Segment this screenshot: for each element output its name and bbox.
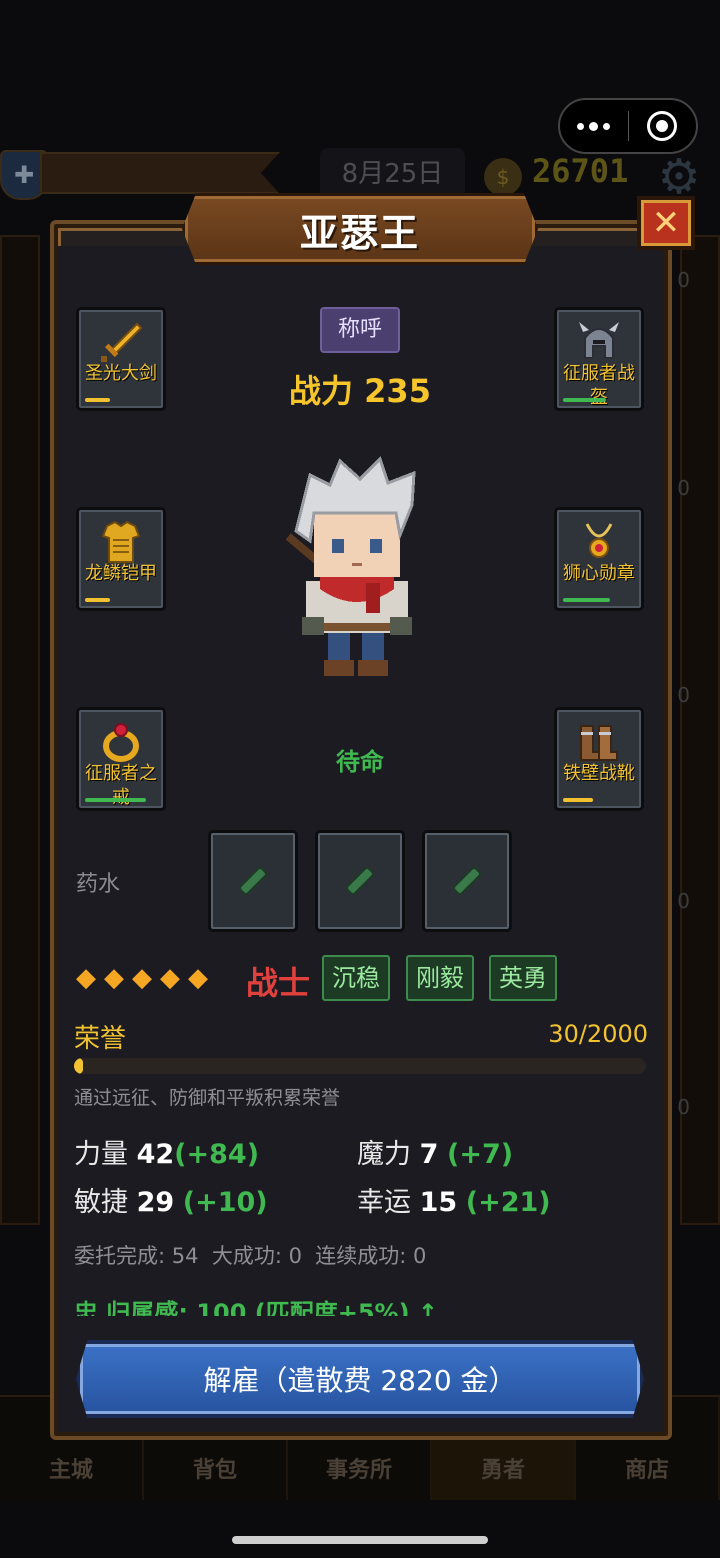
equip-name: 圣光大剑 xyxy=(85,363,157,384)
mini-program-close-icon[interactable] xyxy=(629,100,697,152)
ring-icon xyxy=(97,718,145,766)
stat-label: 魔力 xyxy=(357,1139,411,1170)
hero-title-button[interactable]: 称呼 xyxy=(320,307,400,353)
trait-tag[interactable]: 沉稳 xyxy=(322,955,390,1001)
equip-level-bar xyxy=(563,398,606,402)
loyalty-text: 忠 归属感: 100 (匹配度+5%) ↑ xyxy=(74,1299,439,1316)
stat-value: 29 xyxy=(136,1187,175,1218)
honor-value: 30/2000 xyxy=(548,1020,648,1048)
equip-name: 征服者战盔 xyxy=(563,363,635,408)
date-display: 8月25日 xyxy=(320,148,465,200)
star-icon: ◆ xyxy=(104,963,124,993)
dismiss-hero-button[interactable]: 解雇（遣散费 2820 金） xyxy=(76,1340,644,1418)
honor-progress-bar xyxy=(74,1058,646,1074)
equip-name: 狮心勋章 xyxy=(563,563,635,584)
more-dots-icon[interactable] xyxy=(560,100,628,152)
hero-class: 战士 xyxy=(246,964,311,1002)
stat-bonus: (+7) xyxy=(446,1139,514,1170)
stat-bonus: (+10) xyxy=(182,1187,268,1218)
equip-name: 征服者之戒 xyxy=(85,763,157,808)
equip-slot-ring[interactable]: 征服者之戒 xyxy=(76,707,166,811)
star-icon: ◆ xyxy=(188,963,208,993)
potion-slot[interactable] xyxy=(422,830,512,932)
potion-label: 药水 xyxy=(76,872,121,897)
stat-value: 15 xyxy=(419,1187,458,1218)
combat-power: 战力 235 xyxy=(289,372,431,410)
star-icon: ◆ xyxy=(76,963,96,993)
stat-bonus: (+84) xyxy=(174,1139,260,1170)
mini-program-capsule xyxy=(558,98,698,154)
background-list-number: 0 xyxy=(677,1095,690,1119)
equip-slot-boots[interactable]: 铁壁战靴 xyxy=(554,707,644,811)
stat-value: 42 xyxy=(136,1139,175,1170)
equip-level-bar xyxy=(85,398,110,402)
stat-label: 幸运 xyxy=(357,1187,411,1218)
star-icon: ◆ xyxy=(132,963,152,993)
stat-bonus: (+21) xyxy=(465,1187,551,1218)
potion-vial-icon xyxy=(346,867,374,895)
equip-level-bar xyxy=(85,598,110,602)
hero-name: 亚瑟王 xyxy=(299,210,420,255)
hero-star-rating: ◆ ◆ ◆ ◆ ◆ xyxy=(76,962,208,994)
amulet-icon xyxy=(575,518,623,566)
stat-luck: 幸运 15 (+21) xyxy=(357,1180,551,1219)
equip-level-bar xyxy=(563,598,610,602)
equip-slot-medal[interactable]: 狮心勋章 xyxy=(554,507,644,611)
stat-strength: 力量 42(+84) xyxy=(74,1132,259,1171)
trait-tag[interactable]: 刚毅 xyxy=(406,955,474,1001)
background-list-number: 0 xyxy=(677,476,690,500)
potion-vial-icon xyxy=(239,867,267,895)
hero-name-plate: 亚瑟王 xyxy=(182,193,538,265)
stat-label: 敏捷 xyxy=(74,1187,128,1218)
equip-slot-weapon[interactable]: 圣光大剑 xyxy=(76,307,166,411)
stat-agility: 敏捷 29 (+10) xyxy=(74,1180,268,1219)
hero-status: 待命 xyxy=(336,748,384,776)
helmet-icon xyxy=(575,318,623,366)
honor-label: 荣誉 xyxy=(74,1024,127,1054)
hero-portrait xyxy=(270,455,440,685)
equip-slot-armor[interactable]: 龙鳞铠甲 xyxy=(76,507,166,611)
armor-icon xyxy=(97,518,145,566)
boots-icon xyxy=(575,718,623,766)
honor-progress-fill xyxy=(74,1058,83,1074)
close-button[interactable]: ✕ xyxy=(637,196,695,250)
background-list-number: 0 xyxy=(677,889,690,913)
commission-record: 委托完成: 54 大成功: 0 连续成功: 0 xyxy=(74,1244,427,1268)
potion-slot[interactable] xyxy=(208,830,298,932)
equip-slot-helmet[interactable]: 征服者战盔 xyxy=(554,307,644,411)
home-indicator xyxy=(232,1536,488,1544)
sword-icon xyxy=(97,318,145,366)
potion-vial-icon xyxy=(453,867,481,895)
equip-level-bar xyxy=(85,798,146,802)
background-list-number: 0 xyxy=(677,268,690,292)
guild-name-banner xyxy=(40,152,280,194)
loyalty-row: 忠 归属感: 100 (匹配度+5%) ↑ xyxy=(74,1294,644,1316)
gold-amount: 26701 xyxy=(532,152,629,190)
equip-level-bar xyxy=(563,798,593,802)
background-list-number: 0 xyxy=(677,683,690,707)
gold-bag-icon: $ xyxy=(484,158,522,196)
star-icon: ◆ xyxy=(160,963,180,993)
potion-slot[interactable] xyxy=(315,830,405,932)
background-list-left-edge xyxy=(0,235,40,1225)
stat-magic: 魔力 7 (+7) xyxy=(357,1132,513,1171)
stat-label: 力量 xyxy=(74,1139,128,1170)
honor-description: 通过远征、防御和平叛积累荣誉 xyxy=(74,1087,341,1109)
background-list-right-edge xyxy=(680,235,720,1225)
trait-tag[interactable]: 英勇 xyxy=(489,955,557,1001)
equip-name: 铁壁战靴 xyxy=(563,763,635,784)
stat-value: 7 xyxy=(419,1139,439,1170)
equip-name: 龙鳞铠甲 xyxy=(85,563,157,584)
